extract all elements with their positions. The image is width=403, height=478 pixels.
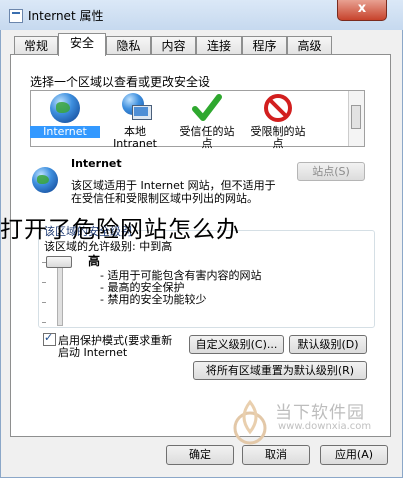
tab-general[interactable]: 常规 [14, 36, 58, 54]
zone-list-scrollbar[interactable] [348, 91, 364, 146]
zone-select-prompt: 选择一个区域以查看或更改安全设 [30, 75, 211, 89]
intranet-icon [120, 93, 152, 123]
ok-button[interactable]: 确定 [166, 445, 234, 465]
zone-description-line2: 在受信任和受限制区域中列出的网站。 [71, 192, 258, 205]
selected-zone-title: Internet [71, 157, 122, 170]
tab-connections[interactable]: 连接 [196, 36, 242, 54]
reset-all-zones-button[interactable]: 将所有区域重置为默认级别(R) [193, 361, 367, 380]
zone-restricted-sites[interactable]: 受限制的站 点 [243, 93, 313, 150]
zone-trusted-label-line2: 点 [201, 137, 213, 150]
restricted-icon [263, 93, 293, 123]
security-level-slider-track [57, 262, 63, 326]
security-level-name: 高 [88, 254, 101, 268]
tab-privacy[interactable]: 隐私 [106, 36, 151, 54]
tab-security[interactable]: 安全 [58, 33, 106, 56]
overlay-caption: 打开了危险网站怎么办 [0, 217, 240, 243]
apply-button[interactable]: 应用(A) [320, 445, 388, 465]
zone-restricted-label-line2: 点 [272, 137, 284, 150]
level-point-3: - 禁用的安全功能较少 [100, 293, 207, 306]
check-icon [192, 93, 222, 123]
selected-zone-globe-icon [32, 167, 58, 193]
sites-button[interactable]: 站点(S) [297, 162, 365, 181]
protected-mode-checkbox[interactable] [43, 331, 56, 346]
security-level-slider-thumb[interactable] [46, 256, 72, 268]
zone-intranet-label-line2: Intranet [113, 137, 157, 150]
tab-advanced[interactable]: 高级 [287, 36, 332, 54]
globe-icon [50, 93, 80, 123]
window-title: Internet 属性 [28, 9, 104, 23]
zone-trusted-sites[interactable]: 受信任的站 点 [172, 93, 242, 150]
close-button[interactable]: x [337, 0, 387, 21]
watermark-brand: 当下软件园 [275, 403, 365, 423]
zone-internet-label: Internet [30, 126, 100, 138]
cancel-button[interactable]: 取消 [242, 445, 310, 465]
tab-content[interactable]: 内容 [151, 36, 196, 54]
zone-internet[interactable]: Internet [30, 93, 100, 138]
protected-mode-label-line2: 启动 Internet [58, 346, 128, 359]
window-app-icon [9, 9, 23, 23]
custom-level-button[interactable]: 自定义级别(C)... [189, 335, 284, 354]
default-level-button[interactable]: 默认级别(D) [289, 335, 367, 354]
zone-local-intranet[interactable]: 本地 Intranet [100, 93, 170, 150]
tab-programs[interactable]: 程序 [242, 36, 287, 54]
watermark-url: www.downxia.com [278, 421, 372, 432]
watermark-logo-icon [230, 398, 270, 446]
